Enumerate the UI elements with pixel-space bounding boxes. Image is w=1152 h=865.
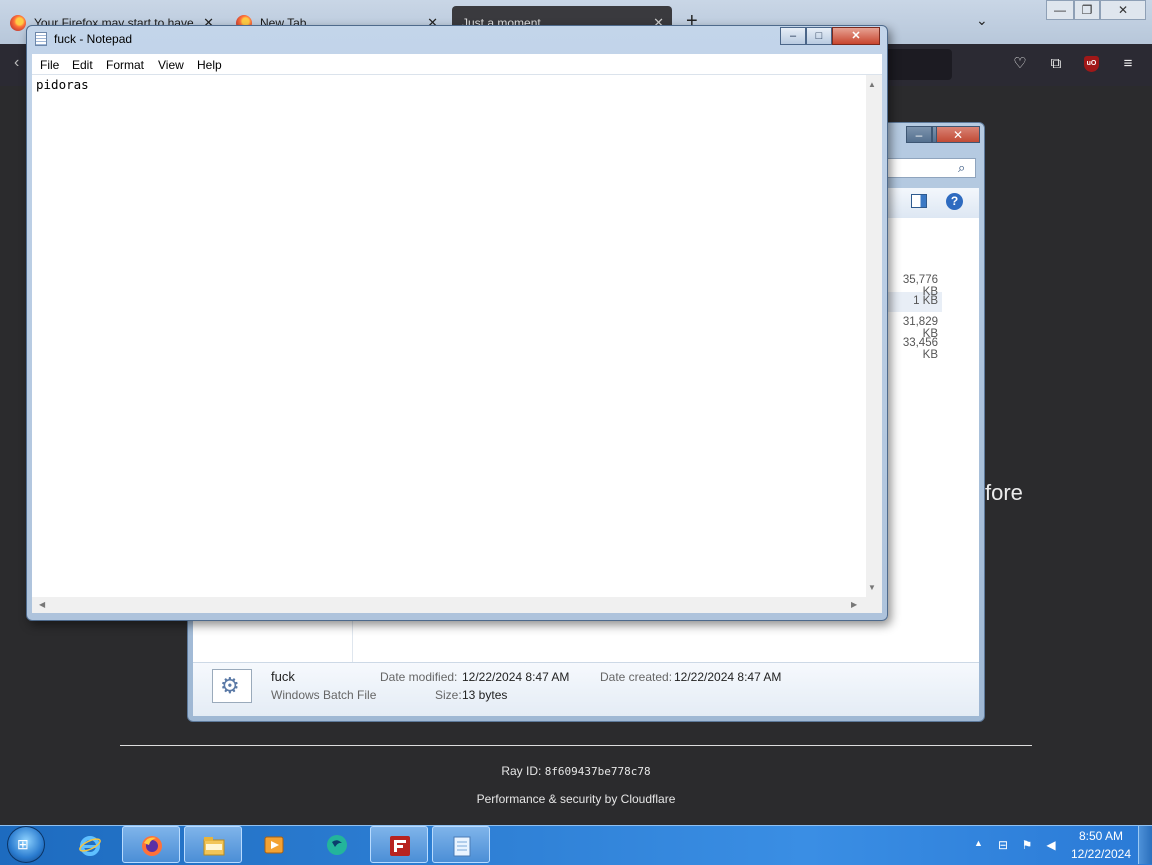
menu-view[interactable]: View [158,58,184,72]
notepad-icon [35,32,47,46]
clock-date[interactable]: 12/22/2024 [1065,847,1137,861]
close-icon[interactable]: ✕ [832,27,880,45]
menu-file[interactable]: File [40,58,59,72]
menu-edit[interactable]: Edit [72,58,93,72]
details-file-type: Windows Batch File [271,688,377,702]
taskbar-media-player[interactable] [245,826,303,863]
taskbar-internet-explorer[interactable] [61,826,119,863]
media-player-icon [264,836,284,854]
taskbar-app-green[interactable] [308,826,366,863]
close-icon[interactable]: ✕ [936,126,980,143]
gear-icon: ⚙ [220,673,240,698]
horizontal-scrollbar[interactable] [32,597,866,613]
volume-muted-icon[interactable]: ◀ [1044,838,1058,852]
details-file-name: fuck [271,669,295,684]
scroll-up-icon[interactable]: ▲ [868,80,876,89]
size-label: Size: [435,688,462,702]
vertical-scrollbar[interactable] [866,75,882,597]
back-arrow-icon[interactable]: ‹ [14,54,19,72]
size-grip[interactable] [866,597,882,613]
taskbar-firefox[interactable] [122,826,180,863]
firefox-icon [10,15,26,31]
divider [352,618,353,662]
close-icon[interactable]: ✕ [1100,0,1146,20]
show-desktop-button[interactable] [1138,826,1152,864]
url-bar[interactable] [880,49,952,80]
scroll-right-icon[interactable]: ▶ [851,600,857,609]
date-created-value: 12/22/2024 8:47 AM [674,670,782,684]
taskbar-filezilla[interactable] [370,826,428,863]
editor-content: pidoras [36,77,89,92]
firefox-icon [142,836,162,856]
divider [120,745,1032,746]
action-center-flag-icon[interactable]: ⚑ [1020,838,1034,852]
pocket-icon[interactable]: ♡ [1010,54,1030,74]
scroll-left-icon[interactable]: ◀ [39,600,45,609]
minimize-icon[interactable]: – [780,27,806,45]
size-value: 13 bytes [462,688,508,702]
menu-format[interactable]: Format [106,58,144,72]
notepad-icon [453,836,471,857]
search-icon[interactable]: ⌕ [958,160,965,176]
date-modified-value: 12/22/2024 8:47 AM [462,670,570,684]
preview-pane-icon[interactable] [911,194,927,208]
chat-bubble-icon [327,835,347,855]
text-editor[interactable] [32,75,866,597]
folder-icon [203,837,225,856]
filezilla-icon [390,836,410,856]
internet-explorer-icon [79,836,101,856]
file-size-cell: 1 KB [913,295,938,307]
taskbar-notepad[interactable] [432,826,490,863]
performance-line: Performance & security by Cloudflare [0,792,1152,806]
date-created-label: Date created: [600,670,673,684]
window-title: fuck - Notepad [54,32,133,46]
ublock-origin-icon[interactable]: uO [1084,56,1099,72]
clock-time[interactable]: 8:50 AM [1065,829,1137,843]
extensions-puzzle-icon[interactable]: ⧉ [1046,54,1066,74]
windows-logo-icon: ⊞ [17,836,29,852]
minimize-icon[interactable]: – [906,126,932,143]
show-hidden-icons-icon[interactable]: ▲ [974,838,983,848]
hamburger-menu-icon[interactable]: ≡ [1118,54,1138,74]
network-icon[interactable]: ⊟ [996,838,1010,852]
restore-icon[interactable]: ❐ [1074,0,1100,20]
ray-id-line: Ray ID: 8f609437be778c78 [0,764,1152,778]
minimize-icon[interactable]: — [1046,0,1074,20]
help-icon[interactable]: ? [946,193,963,210]
taskbar-explorer[interactable] [184,826,242,863]
list-all-tabs-chevron-icon[interactable]: ⌄ [976,12,988,29]
maximize-icon[interactable]: □ [806,27,832,45]
performance-prefix: Performance & security by [476,792,618,806]
cloudflare-link[interactable]: Cloudflare [621,792,676,806]
scroll-down-icon[interactable]: ▼ [868,583,876,592]
cloudflare-heading: fore [985,480,1023,505]
menu-help[interactable]: Help [197,58,222,72]
ray-id-label: Ray ID: [501,764,542,778]
ray-id-value: 8f609437be778c78 [544,765,651,778]
date-modified-label: Date modified: [380,670,458,684]
file-size-cell: 33,456 KB [902,337,938,361]
